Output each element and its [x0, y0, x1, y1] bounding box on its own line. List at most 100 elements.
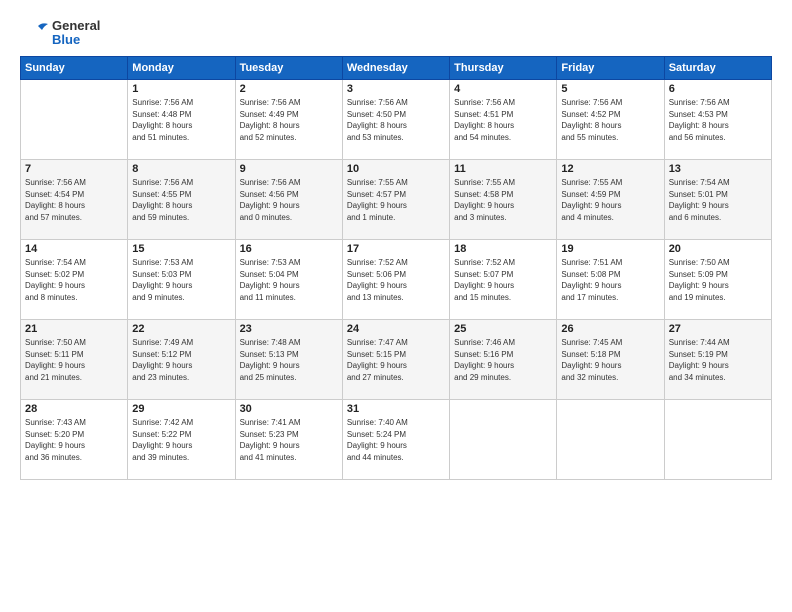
page: General Blue SundayMondayTuesdayWednesda…	[0, 0, 792, 612]
day-number: 23	[240, 323, 338, 335]
weekday-header-saturday: Saturday	[664, 57, 771, 80]
day-detail: Sunrise: 7:55 AMSunset: 4:59 PMDaylight:…	[561, 177, 659, 223]
logo: General Blue	[20, 18, 100, 48]
calendar-cell: 19 Sunrise: 7:51 AMSunset: 5:08 PMDayligh…	[557, 240, 664, 320]
calendar-cell	[450, 400, 557, 480]
day-number: 9	[240, 163, 338, 175]
calendar-cell: 2 Sunrise: 7:56 AMSunset: 4:49 PMDaylight…	[235, 80, 342, 160]
calendar-cell: 23 Sunrise: 7:48 AMSunset: 5:13 PMDayligh…	[235, 320, 342, 400]
day-detail: Sunrise: 7:54 AMSunset: 5:02 PMDaylight:…	[25, 257, 123, 303]
day-detail: Sunrise: 7:56 AMSunset: 4:48 PMDaylight:…	[132, 97, 230, 143]
day-number: 1	[132, 83, 230, 95]
weekday-header-row: SundayMondayTuesdayWednesdayThursdayFrid…	[21, 57, 772, 80]
day-number: 7	[25, 163, 123, 175]
calendar-cell: 13 Sunrise: 7:54 AMSunset: 5:01 PMDayligh…	[664, 160, 771, 240]
day-number: 17	[347, 243, 445, 255]
calendar-cell: 16Sunrise: 7:53 AMSunset: 5:04 PMDayligh…	[235, 240, 342, 320]
day-detail: Sunrise: 7:52 AMSunset: 5:07 PMDaylight:…	[454, 257, 552, 303]
day-detail: Sunrise: 7:54 AMSunset: 5:01 PMDaylight:…	[669, 177, 767, 223]
day-number: 2	[240, 83, 338, 95]
day-number: 18	[454, 243, 552, 255]
day-number: 13	[669, 163, 767, 175]
weekday-header-thursday: Thursday	[450, 57, 557, 80]
day-detail: Sunrise: 7:44 AMSunset: 5:19 PMDaylight:…	[669, 337, 767, 383]
week-row-1: 1 Sunrise: 7:56 AMSunset: 4:48 PMDaylight…	[21, 80, 772, 160]
day-detail: Sunrise: 7:56 AMSunset: 4:51 PMDaylight:…	[454, 97, 552, 143]
calendar-cell: 22 Sunrise: 7:49 AMSunset: 5:12 PMDayligh…	[128, 320, 235, 400]
day-detail: Sunrise: 7:56 AMSunset: 4:55 PMDaylight:…	[132, 177, 230, 223]
day-number: 12	[561, 163, 659, 175]
day-number: 14	[25, 243, 123, 255]
calendar-cell: 11Sunrise: 7:55 AMSunset: 4:58 PMDayligh…	[450, 160, 557, 240]
weekday-header-tuesday: Tuesday	[235, 57, 342, 80]
weekday-header-monday: Monday	[128, 57, 235, 80]
calendar-table: SundayMondayTuesdayWednesdayThursdayFrid…	[20, 56, 772, 480]
day-number: 26	[561, 323, 659, 335]
day-number: 3	[347, 83, 445, 95]
day-detail: Sunrise: 7:47 AMSunset: 5:15 PMDaylight:…	[347, 337, 445, 383]
day-number: 15	[132, 243, 230, 255]
day-number: 22	[132, 323, 230, 335]
day-detail: Sunrise: 7:56 AMSunset: 4:56 PMDaylight:…	[240, 177, 338, 223]
day-detail: Sunrise: 7:51 AMSunset: 5:08 PMDaylight:…	[561, 257, 659, 303]
calendar-cell	[664, 400, 771, 480]
day-number: 19	[561, 243, 659, 255]
day-detail: Sunrise: 7:53 AMSunset: 5:04 PMDaylight:…	[240, 257, 338, 303]
calendar-header: SundayMondayTuesdayWednesdayThursdayFrid…	[21, 57, 772, 80]
calendar-cell: 5Sunrise: 7:56 AMSunset: 4:52 PMDaylight…	[557, 80, 664, 160]
calendar-cell: 1 Sunrise: 7:56 AMSunset: 4:48 PMDaylight…	[128, 80, 235, 160]
calendar-cell: 14 Sunrise: 7:54 AMSunset: 5:02 PMDayligh…	[21, 240, 128, 320]
day-number: 11	[454, 163, 552, 175]
day-detail: Sunrise: 7:52 AMSunset: 5:06 PMDaylight:…	[347, 257, 445, 303]
calendar-cell: 8Sunrise: 7:56 AMSunset: 4:55 PMDaylight…	[128, 160, 235, 240]
day-number: 29	[132, 403, 230, 415]
day-number: 24	[347, 323, 445, 335]
logo-blue-text: Blue	[52, 33, 100, 47]
day-detail: Sunrise: 7:56 AMSunset: 4:53 PMDaylight:…	[669, 97, 767, 143]
day-detail: Sunrise: 7:49 AMSunset: 5:12 PMDaylight:…	[132, 337, 230, 383]
calendar-body: 1 Sunrise: 7:56 AMSunset: 4:48 PMDaylight…	[21, 80, 772, 480]
calendar-cell: 30Sunrise: 7:41 AMSunset: 5:23 PMDayligh…	[235, 400, 342, 480]
day-number: 6	[669, 83, 767, 95]
logo-svg	[20, 18, 50, 48]
day-detail: Sunrise: 7:50 AMSunset: 5:09 PMDaylight:…	[669, 257, 767, 303]
week-row-4: 21 Sunrise: 7:50 AMSunset: 5:11 PMDayligh…	[21, 320, 772, 400]
day-detail: Sunrise: 7:56 AMSunset: 4:52 PMDaylight:…	[561, 97, 659, 143]
week-row-2: 7Sunrise: 7:56 AMSunset: 4:54 PMDaylight…	[21, 160, 772, 240]
calendar-cell: 4 Sunrise: 7:56 AMSunset: 4:51 PMDaylight…	[450, 80, 557, 160]
day-number: 31	[347, 403, 445, 415]
day-detail: Sunrise: 7:40 AMSunset: 5:24 PMDaylight:…	[347, 417, 445, 463]
day-number: 4	[454, 83, 552, 95]
calendar-cell: 9 Sunrise: 7:56 AMSunset: 4:56 PMDaylight…	[235, 160, 342, 240]
weekday-header-sunday: Sunday	[21, 57, 128, 80]
day-detail: Sunrise: 7:48 AMSunset: 5:13 PMDaylight:…	[240, 337, 338, 383]
calendar-cell: 27Sunrise: 7:44 AMSunset: 5:19 PMDayligh…	[664, 320, 771, 400]
calendar-cell: 7Sunrise: 7:56 AMSunset: 4:54 PMDaylight…	[21, 160, 128, 240]
calendar-cell: 15Sunrise: 7:53 AMSunset: 5:03 PMDayligh…	[128, 240, 235, 320]
day-number: 21	[25, 323, 123, 335]
day-detail: Sunrise: 7:55 AMSunset: 4:57 PMDaylight:…	[347, 177, 445, 223]
day-number: 20	[669, 243, 767, 255]
calendar-cell: 3Sunrise: 7:56 AMSunset: 4:50 PMDaylight…	[342, 80, 449, 160]
logo-general-text: General	[52, 19, 100, 33]
calendar-cell: 10 Sunrise: 7:55 AMSunset: 4:57 PMDayligh…	[342, 160, 449, 240]
day-detail: Sunrise: 7:42 AMSunset: 5:22 PMDaylight:…	[132, 417, 230, 463]
day-detail: Sunrise: 7:56 AMSunset: 4:49 PMDaylight:…	[240, 97, 338, 143]
calendar-cell: 12 Sunrise: 7:55 AMSunset: 4:59 PMDayligh…	[557, 160, 664, 240]
header: General Blue	[20, 18, 772, 48]
week-row-3: 14 Sunrise: 7:54 AMSunset: 5:02 PMDayligh…	[21, 240, 772, 320]
calendar-cell: 17 Sunrise: 7:52 AMSunset: 5:06 PMDayligh…	[342, 240, 449, 320]
calendar-cell: 29 Sunrise: 7:42 AMSunset: 5:22 PMDayligh…	[128, 400, 235, 480]
calendar-cell: 28Sunrise: 7:43 AMSunset: 5:20 PMDayligh…	[21, 400, 128, 480]
day-detail: Sunrise: 7:50 AMSunset: 5:11 PMDaylight:…	[25, 337, 123, 383]
day-number: 30	[240, 403, 338, 415]
weekday-header-wednesday: Wednesday	[342, 57, 449, 80]
calendar-cell: 6 Sunrise: 7:56 AMSunset: 4:53 PMDaylight…	[664, 80, 771, 160]
calendar-cell	[21, 80, 128, 160]
day-number: 25	[454, 323, 552, 335]
week-row-5: 28Sunrise: 7:43 AMSunset: 5:20 PMDayligh…	[21, 400, 772, 480]
calendar-cell: 25 Sunrise: 7:46 AMSunset: 5:16 PMDayligh…	[450, 320, 557, 400]
day-detail: Sunrise: 7:46 AMSunset: 5:16 PMDaylight:…	[454, 337, 552, 383]
day-number: 10	[347, 163, 445, 175]
day-detail: Sunrise: 7:45 AMSunset: 5:18 PMDaylight:…	[561, 337, 659, 383]
